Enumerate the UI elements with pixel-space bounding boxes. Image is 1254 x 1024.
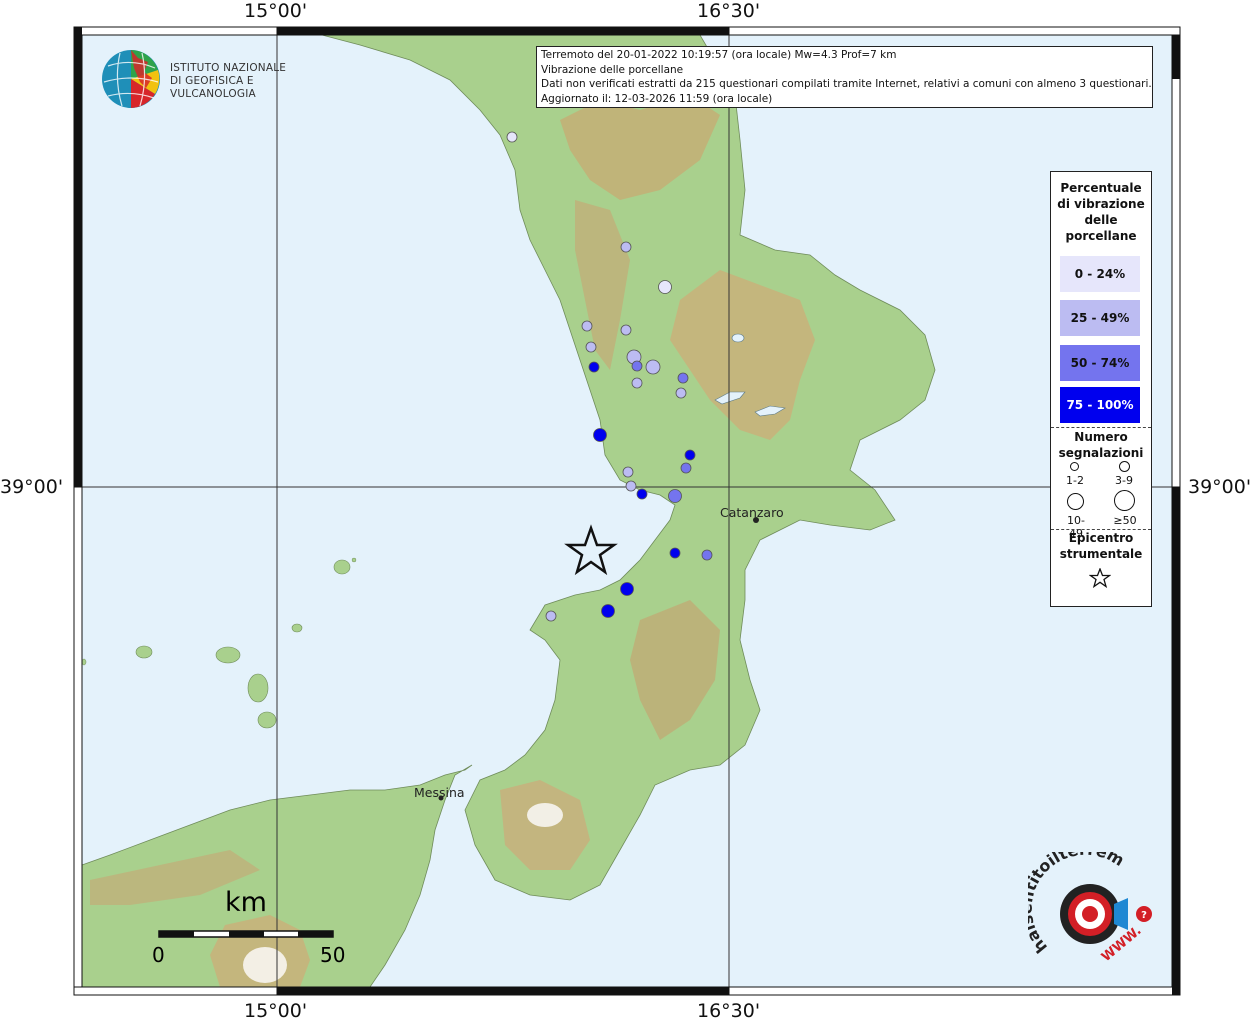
observation-point[interactable] (631, 377, 643, 389)
lon-label-bottom-left: 15°00' (244, 1000, 308, 1022)
observation-point[interactable] (588, 361, 600, 373)
legend-title-line3: delle (1084, 213, 1118, 227)
lake-cecita (731, 333, 745, 343)
legend-title-line2: di vibrazione (1057, 197, 1145, 211)
ingv-logo: ISTITUTO NAZIONALE DI GEOFISICA E VULCAN… (100, 48, 340, 110)
event-info-box: Terremoto del 20-01-2022 10:19:57 (ora l… (536, 46, 1153, 108)
legend-epicenter-line2: strumentale (1059, 547, 1143, 561)
etna-peak (243, 947, 287, 983)
observation-point[interactable] (601, 604, 615, 618)
lon-label-top-left: 15°00' (244, 0, 308, 22)
haisentito-logo: ? haisentitoilterremoto.it WWW. (1017, 837, 1158, 982)
city-label-messina: Messina (414, 785, 465, 800)
legend-title-line1: Percentuale (1060, 181, 1142, 195)
scale-bar (158, 930, 334, 938)
legend-size-circle-4 (1114, 490, 1135, 511)
legend-class-50-74: 50 - 74% (1060, 345, 1140, 381)
lon-label-top-right: 16°30' (697, 0, 761, 22)
island-panarea (291, 623, 303, 633)
observation-point[interactable] (585, 341, 597, 353)
map-subject: Vibrazione delle porcellane (541, 63, 684, 76)
island-salina (215, 646, 241, 664)
legend-count-title-line2: segnalazioni (1058, 446, 1144, 460)
legend-epicenter-line1: Epicentro (1068, 531, 1134, 545)
legend-title: Percentuale di vibrazione delle porcella… (1051, 180, 1151, 244)
island-strombolicchio (351, 557, 357, 563)
scale-end: 50 (320, 943, 346, 967)
observation-point[interactable] (684, 449, 696, 461)
ingv-name-line2: DI GEOFISICA E VULCANOLOGIA (170, 75, 256, 100)
legend-count-title-line1: Numero (1074, 430, 1128, 444)
observation-point[interactable] (625, 480, 637, 492)
star-icon (1089, 568, 1111, 588)
observation-point[interactable] (675, 387, 687, 399)
lat-label-right: 39°00' (1188, 476, 1252, 498)
observation-point[interactable] (620, 582, 634, 596)
seismograph-icon: ? haisentitoilterremoto.it WWW. (1017, 837, 1152, 965)
observation-point[interactable] (701, 549, 713, 561)
ingv-globe-icon (102, 50, 160, 108)
data-note: Dati non verificati estratti da 215 ques… (541, 78, 1152, 90)
observation-point[interactable] (680, 462, 692, 474)
observation-point[interactable] (636, 488, 648, 500)
legend-size-circle-1 (1070, 462, 1079, 471)
legend-class-75-100: 75 - 100% (1060, 387, 1140, 423)
legend-class-0-24: 0 - 24% (1060, 256, 1140, 292)
legend-epicenter-title: Epicentro strumentale (1051, 530, 1151, 562)
update-time: Aggiornato il: 12-03-2026 11:59 (ora loc… (541, 92, 773, 105)
observation-point[interactable] (622, 466, 634, 478)
observation-point[interactable] (631, 360, 643, 372)
observation-point[interactable] (620, 241, 632, 253)
island-stromboli (333, 559, 351, 575)
aspromonte-peak (527, 803, 563, 827)
observation-point[interactable] (545, 610, 557, 622)
legend-size-label-4: ≥50 (1113, 514, 1137, 527)
legend-separator (1051, 427, 1151, 428)
city-label-catanzaro: Catanzaro (720, 505, 784, 520)
lon-label-bottom-right: 16°30' (697, 1000, 761, 1022)
observation-point[interactable] (677, 372, 689, 384)
ingv-name-line1: ISTITUTO NAZIONALE (170, 62, 287, 74)
observation-point[interactable] (669, 547, 681, 559)
legend-size-circle-3 (1067, 493, 1084, 510)
island-alicudi (135, 645, 153, 659)
legend-title-line4: porcellane (1065, 229, 1137, 243)
legend-count-title: Numero segnalazioni (1051, 429, 1151, 461)
observation-point[interactable] (668, 489, 682, 503)
scale-unit: km (225, 887, 267, 918)
legend-size-circle-2 (1119, 461, 1130, 472)
svg-text:?: ? (1141, 910, 1147, 921)
legend-class-25-49: 25 - 49% (1060, 300, 1140, 336)
observation-point[interactable] (658, 280, 672, 294)
observation-point[interactable] (645, 359, 661, 375)
event-summary: Terremoto del 20-01-2022 10:19:57 (ora l… (541, 49, 897, 61)
legend-size-label-2: 3-9 (1115, 474, 1133, 487)
scale-start: 0 (152, 943, 165, 967)
lat-label-left: 39°00' (0, 476, 64, 498)
island-lipari (247, 673, 269, 703)
observation-point[interactable] (593, 428, 607, 442)
observation-point[interactable] (620, 324, 632, 336)
legend-size-label-1: 1-2 (1066, 474, 1084, 487)
legend-panel: Percentuale di vibrazione delle porcella… (1050, 171, 1152, 607)
island-vulcano (257, 711, 277, 729)
island-filicudi (81, 658, 87, 666)
observation-point[interactable] (581, 320, 593, 332)
observation-point[interactable] (506, 131, 518, 143)
